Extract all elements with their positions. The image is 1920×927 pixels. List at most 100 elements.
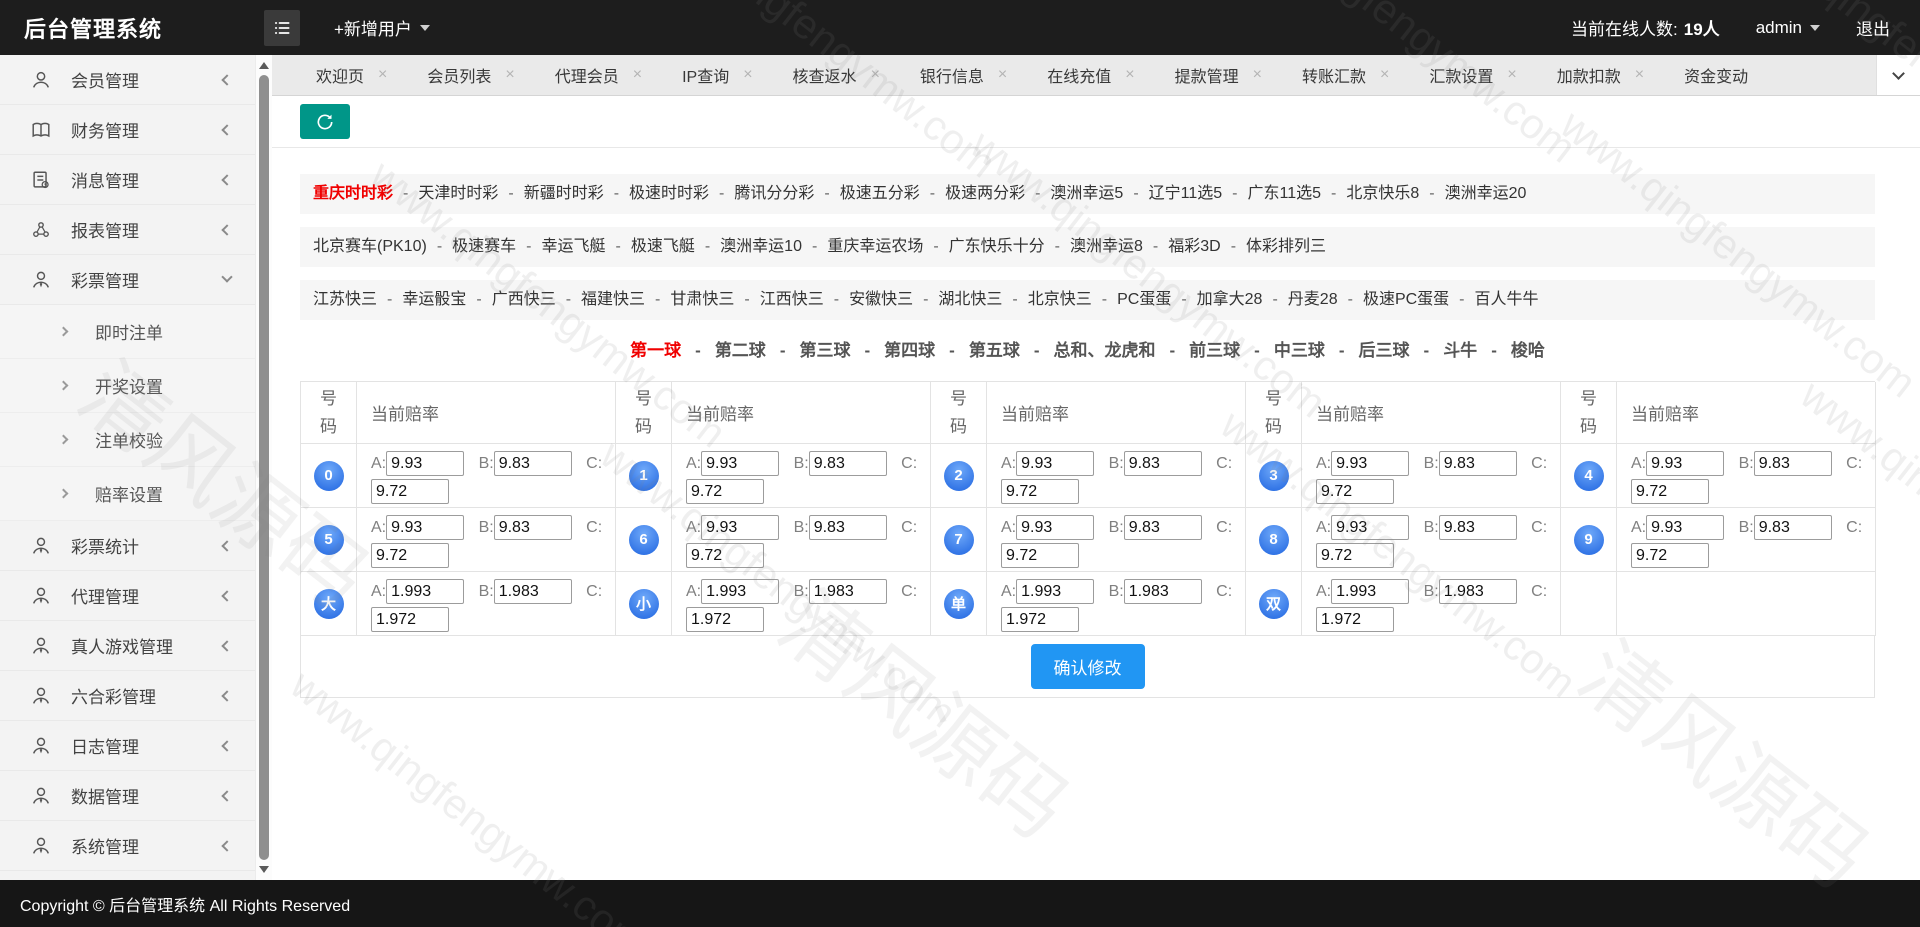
tab[interactable]: 转账汇款 [1282,55,1409,95]
game-link[interactable]: 澳洲幸运8 [1070,238,1143,255]
odds-input-b[interactable] [493,451,572,477]
game-link[interactable]: 江西快三 [760,291,824,308]
game-link[interactable]: 极速飞艇 [631,238,695,255]
game-link[interactable]: 福彩3D [1168,238,1220,255]
odds-input-b[interactable] [1438,451,1517,477]
odds-input-c[interactable] [1001,543,1079,569]
tab-overflow-button[interactable] [1876,55,1920,95]
close-icon[interactable] [1125,67,1134,83]
close-icon[interactable] [378,67,387,83]
tab[interactable]: IP查询 [662,55,772,95]
close-icon[interactable] [1380,67,1389,83]
sidebar-item[interactable]: 代理管理 [0,571,255,621]
odds-input-c[interactable] [1001,479,1079,505]
position-tab[interactable]: 后三球 [1359,341,1410,360]
odds-input-a[interactable] [386,451,465,477]
close-icon[interactable] [1635,67,1644,83]
sidebar-item[interactable]: 财务管理 [0,105,255,155]
odds-input-c[interactable] [371,479,449,505]
game-link[interactable]: 澳洲幸运20 [1445,185,1527,202]
odds-input-b[interactable] [493,515,572,541]
position-tab[interactable]: 第一球 [630,341,681,360]
game-link[interactable]: 北京快乐8 [1346,185,1419,202]
odds-input-c[interactable] [686,479,764,505]
position-tab[interactable]: 第五球 [969,341,1020,360]
sidebar-subitem[interactable]: 赔率设置 [0,467,255,521]
tab[interactable]: 欢迎页 [296,55,407,95]
game-link[interactable]: 北京快三 [1028,291,1092,308]
sidebar-subitem[interactable]: 注单校验 [0,413,255,467]
odds-input-b[interactable] [1123,515,1202,541]
odds-input-c[interactable] [1316,607,1394,633]
game-link[interactable]: 幸运骰宝 [402,291,466,308]
close-icon[interactable] [505,67,514,83]
game-link[interactable]: 澳洲幸运5 [1050,185,1123,202]
tab[interactable]: 提款管理 [1155,55,1282,95]
game-link[interactable]: 极速五分彩 [840,185,920,202]
close-icon[interactable] [633,67,642,83]
menu-toggle-button[interactable] [264,9,300,46]
odds-input-a[interactable] [701,451,780,477]
sidebar-item[interactable]: 彩票管理 [0,255,255,305]
odds-input-b[interactable] [1753,451,1832,477]
game-link[interactable]: 丹麦28 [1288,291,1338,308]
sidebar-scrollbar[interactable] [255,55,272,880]
refresh-button[interactable] [300,104,350,139]
odds-input-c[interactable] [1316,479,1394,505]
tab[interactable]: 会员列表 [407,55,534,95]
odds-input-c[interactable] [371,607,449,633]
odds-input-a[interactable] [1331,451,1410,477]
position-tab[interactable]: 斗牛 [1443,341,1477,360]
user-menu-dropdown[interactable]: admin [1756,18,1820,38]
position-tab[interactable]: 中三球 [1274,341,1325,360]
sidebar-item[interactable]: 消息管理 [0,155,255,205]
tab[interactable]: 核查返水 [773,55,900,95]
odds-input-a[interactable] [1646,515,1725,541]
close-icon[interactable] [743,67,752,83]
game-link[interactable]: 辽宁11选5 [1149,185,1223,202]
odds-input-b[interactable] [808,579,887,605]
game-link[interactable]: 重庆幸运农场 [827,238,923,255]
odds-input-c[interactable] [686,543,764,569]
position-tab[interactable]: 前三球 [1189,341,1240,360]
odds-input-a[interactable] [386,579,465,605]
close-icon[interactable] [998,67,1007,83]
tab[interactable]: 汇款设置 [1409,55,1536,95]
close-icon[interactable] [871,67,880,83]
game-link[interactable]: 澳洲幸运10 [720,238,802,255]
game-link[interactable]: 腾讯分分彩 [734,185,814,202]
odds-input-b[interactable] [1123,451,1202,477]
game-link[interactable]: 幸运飞艇 [541,238,605,255]
game-link[interactable]: 极速时时彩 [629,185,709,202]
add-user-dropdown[interactable]: +新增用户 [334,15,430,40]
sidebar-item[interactable]: 真人游戏管理 [0,621,255,671]
odds-input-b[interactable] [1438,579,1517,605]
game-link[interactable]: 极速两分彩 [945,185,1025,202]
game-link[interactable]: 甘肃快三 [670,291,734,308]
odds-input-c[interactable] [1001,607,1079,633]
sidebar-item[interactable]: 会员管理 [0,55,255,105]
close-icon[interactable] [1253,67,1262,83]
close-icon[interactable] [1507,67,1516,83]
game-link[interactable]: 广西快三 [492,291,556,308]
sidebar-item[interactable]: 数据管理 [0,771,255,821]
logout-button[interactable]: 退出 [1856,15,1890,40]
position-tab[interactable]: 第四球 [884,341,935,360]
game-link[interactable]: 江苏快三 [313,291,377,308]
tab[interactable]: 代理会员 [535,55,662,95]
odds-input-a[interactable] [1016,451,1095,477]
game-link[interactable]: 广东11选5 [1247,185,1321,202]
odds-input-a[interactable] [701,515,780,541]
odds-input-b[interactable] [808,515,887,541]
odds-input-c[interactable] [1316,543,1394,569]
position-tab[interactable]: 第三球 [799,341,850,360]
sidebar-item[interactable]: 六合彩管理 [0,671,255,721]
odds-input-a[interactable] [701,579,780,605]
odds-input-a[interactable] [1016,515,1095,541]
game-link[interactable]: 北京赛车(PK10) [313,238,427,255]
odds-input-a[interactable] [1646,451,1725,477]
odds-input-a[interactable] [1016,579,1095,605]
game-link[interactable]: 湖北快三 [938,291,1002,308]
sidebar-subitem[interactable]: 开奖设置 [0,359,255,413]
position-tab[interactable]: 总和、龙虎和 [1054,341,1156,360]
